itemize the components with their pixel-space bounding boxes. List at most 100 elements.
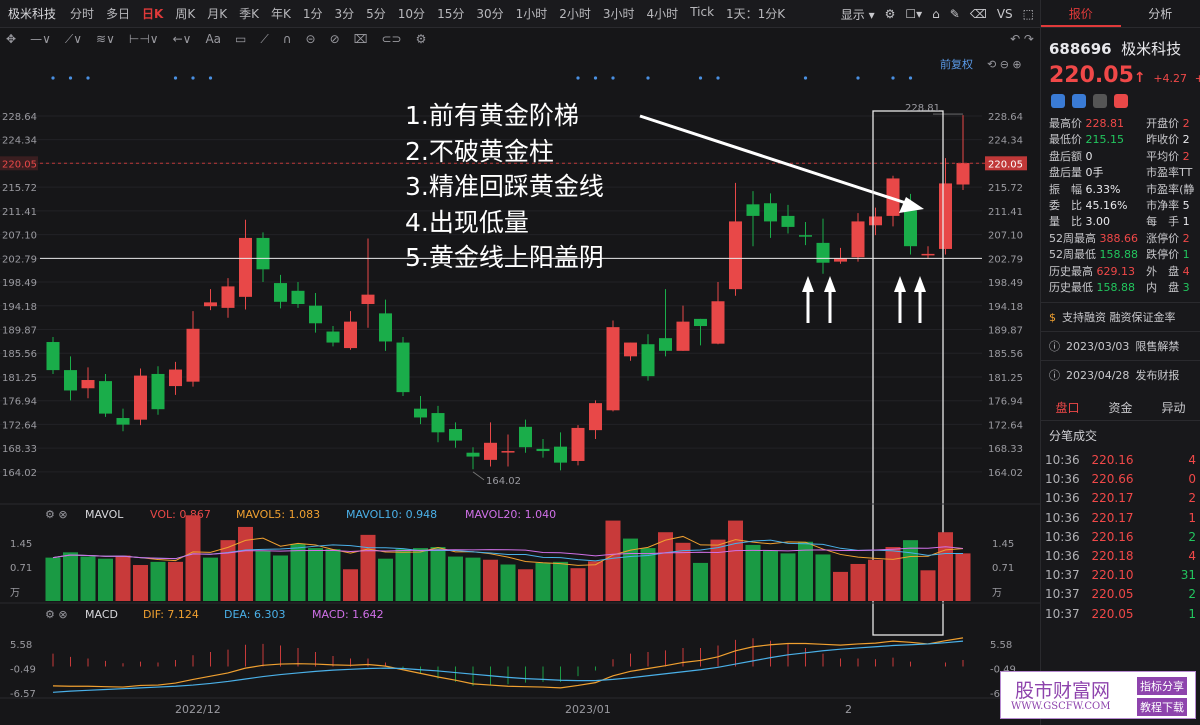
ruler-icon[interactable]: ⟋ bbox=[260, 32, 268, 47]
candle bbox=[781, 204, 795, 234]
quote-row: 52周最高 388.66 涨停价 2 bbox=[1049, 231, 1200, 247]
lock-icon[interactable]: ⊝ bbox=[306, 32, 316, 46]
period-3[interactable]: 周K bbox=[169, 5, 201, 22]
period-12[interactable]: 30分 bbox=[470, 5, 509, 22]
event-dot bbox=[856, 76, 860, 80]
tick-price: 220.16 bbox=[1091, 529, 1134, 544]
vs-button[interactable]: VS bbox=[997, 7, 1013, 21]
polyline-tool-icon[interactable]: ⟋∨ bbox=[65, 32, 82, 47]
candle bbox=[291, 281, 305, 308]
period-8[interactable]: 3分 bbox=[329, 5, 361, 22]
text-tool-icon[interactable]: Aa bbox=[205, 32, 221, 46]
quote-row: 振 幅 6.33% 市盈率(静 bbox=[1049, 182, 1200, 198]
volume-bar bbox=[63, 552, 78, 601]
quote-label: 昨收价 bbox=[1146, 133, 1180, 147]
measure-tool-icon[interactable]: ⊢⊣∨ bbox=[129, 32, 159, 46]
event-dot bbox=[716, 76, 720, 80]
quote-value: 2 bbox=[1182, 133, 1190, 147]
event-row-1[interactable]: ⓘ 2023/03/03 限售解禁 bbox=[1041, 331, 1200, 360]
event-row-2[interactable]: ⓘ 2023/04/28 发布财报 bbox=[1041, 360, 1200, 389]
margin-info[interactable]: $ 支持融资 融资保证金率 bbox=[1041, 302, 1200, 331]
fullscreen-icon[interactable]: ⬚ bbox=[1023, 7, 1034, 21]
volume-bar bbox=[500, 564, 516, 601]
gear-icon[interactable]: ⚙ bbox=[416, 32, 427, 46]
event-dot bbox=[803, 76, 808, 80]
badge-row bbox=[1041, 88, 1200, 108]
candle-body bbox=[659, 338, 672, 351]
y-tick-label-right: 228.64 bbox=[988, 112, 1023, 123]
display-button[interactable]: 显示 ▾ bbox=[841, 6, 875, 23]
tab-quote[interactable]: 报价 bbox=[1041, 0, 1121, 27]
period-2[interactable]: 日K bbox=[136, 5, 169, 22]
settings-icon[interactable]: ⚙ bbox=[885, 7, 896, 21]
quote-label: 历史最低 bbox=[1049, 281, 1093, 295]
camera-icon[interactable]: ⌂ bbox=[932, 7, 940, 21]
tab-funds[interactable]: 资金 bbox=[1094, 395, 1147, 420]
candle-body bbox=[186, 328, 200, 382]
candle-body bbox=[134, 375, 147, 420]
period-6[interactable]: 年K bbox=[265, 5, 297, 22]
toolbar-right: 显示 ▾ ⚙ ☐▾ ⌂ ✎ ⌫ VS ⬚ bbox=[841, 0, 1034, 28]
magnet-icon[interactable]: ∩ bbox=[283, 32, 292, 46]
tab-orderbook[interactable]: 盘口 bbox=[1041, 395, 1094, 420]
symbol-label[interactable]: 极米科技 bbox=[0, 5, 64, 22]
stock-name: 极米科技 bbox=[1121, 40, 1182, 58]
move-icon[interactable]: ✥ bbox=[6, 32, 16, 46]
volume-bar bbox=[623, 538, 638, 601]
quote-label: 开盘价 bbox=[1146, 117, 1180, 130]
favorite-heart-icon[interactable] bbox=[1114, 94, 1128, 108]
period-9[interactable]: 5分 bbox=[360, 5, 392, 22]
rect-tool-icon[interactable]: ▭ bbox=[235, 32, 246, 46]
mavol-legend: VOL: 0.867 bbox=[150, 508, 211, 521]
checkbox-icon[interactable]: ☐▾ bbox=[905, 7, 922, 21]
mavol-settings-icon: ⚙ ⊗ bbox=[45, 508, 68, 521]
event-dot bbox=[173, 76, 178, 80]
doc-badge-icon[interactable] bbox=[1093, 94, 1107, 108]
channel-tool-icon[interactable]: ≋∨ bbox=[96, 32, 115, 46]
candle-body bbox=[239, 237, 252, 297]
arrow-tool-icon[interactable]: ←∨ bbox=[173, 32, 192, 46]
quote-row: 历史最低 158.88 内 盘 3 bbox=[1049, 280, 1200, 296]
period-5[interactable]: 季K bbox=[233, 5, 265, 22]
candle bbox=[834, 247, 847, 264]
candle-body bbox=[571, 427, 585, 461]
period-10[interactable]: 10分 bbox=[392, 5, 431, 22]
volume-bar bbox=[570, 568, 586, 601]
tab-alerts[interactable]: 异动 bbox=[1147, 395, 1200, 420]
pen-icon[interactable]: ✎ bbox=[950, 7, 960, 21]
quote-value: 228.81 bbox=[1085, 117, 1125, 130]
mavol-legend: MAVOL5: 1.083 bbox=[236, 508, 320, 521]
margin-badge-icon[interactable] bbox=[1051, 94, 1065, 108]
line-tool-icon[interactable]: —∨ bbox=[30, 32, 51, 46]
quote-tabs: 报价 分析 bbox=[1041, 0, 1200, 28]
quote-value: 2 bbox=[1182, 117, 1190, 130]
period-17[interactable]: Tick bbox=[684, 5, 720, 22]
candle bbox=[659, 289, 672, 357]
volume-bar bbox=[168, 561, 183, 601]
period-13[interactable]: 1小时 bbox=[510, 5, 554, 22]
tag-badge-icon[interactable] bbox=[1072, 94, 1086, 108]
period-11[interactable]: 15分 bbox=[431, 5, 470, 22]
period-15[interactable]: 3小时 bbox=[597, 5, 641, 22]
period-1[interactable]: 多日 bbox=[100, 5, 136, 22]
vol-tick-left: 0.71 bbox=[10, 563, 32, 574]
period-18[interactable]: 1天：1分K bbox=[720, 5, 791, 22]
period-16[interactable]: 4小时 bbox=[641, 5, 685, 22]
period-toolbar: 极米科技 分时 多日 日K 周K 月K 季K 年K 1分 3分 5分 10分 15分 30分 1小时 2小时… bbox=[0, 0, 1040, 28]
quote-row: 52周最低 158.88 跌停价 1 bbox=[1049, 247, 1200, 263]
period-14[interactable]: 2小时 bbox=[553, 5, 597, 22]
eraser-icon[interactable]: ⌫ bbox=[970, 7, 987, 21]
quote-label: 委 比 bbox=[1049, 199, 1082, 213]
undo-redo-icons[interactable]: ↶ ↷ bbox=[1010, 32, 1034, 46]
y-tick-label-right: 168.33 bbox=[988, 444, 1023, 455]
link-icon[interactable]: ⊂⊃ bbox=[382, 32, 402, 46]
period-4[interactable]: 月K bbox=[201, 5, 233, 22]
trash-icon[interactable]: ⌧ bbox=[354, 32, 368, 46]
candle-body bbox=[781, 215, 795, 227]
hide-icon[interactable]: ⊘ bbox=[330, 32, 340, 46]
quote-label: 振 幅 bbox=[1049, 182, 1082, 196]
period-7[interactable]: 1分 bbox=[297, 5, 329, 22]
tab-analysis[interactable]: 分析 bbox=[1121, 0, 1200, 27]
macd-tick-left: 5.58 bbox=[10, 640, 32, 651]
period-0[interactable]: 分时 bbox=[64, 5, 100, 22]
